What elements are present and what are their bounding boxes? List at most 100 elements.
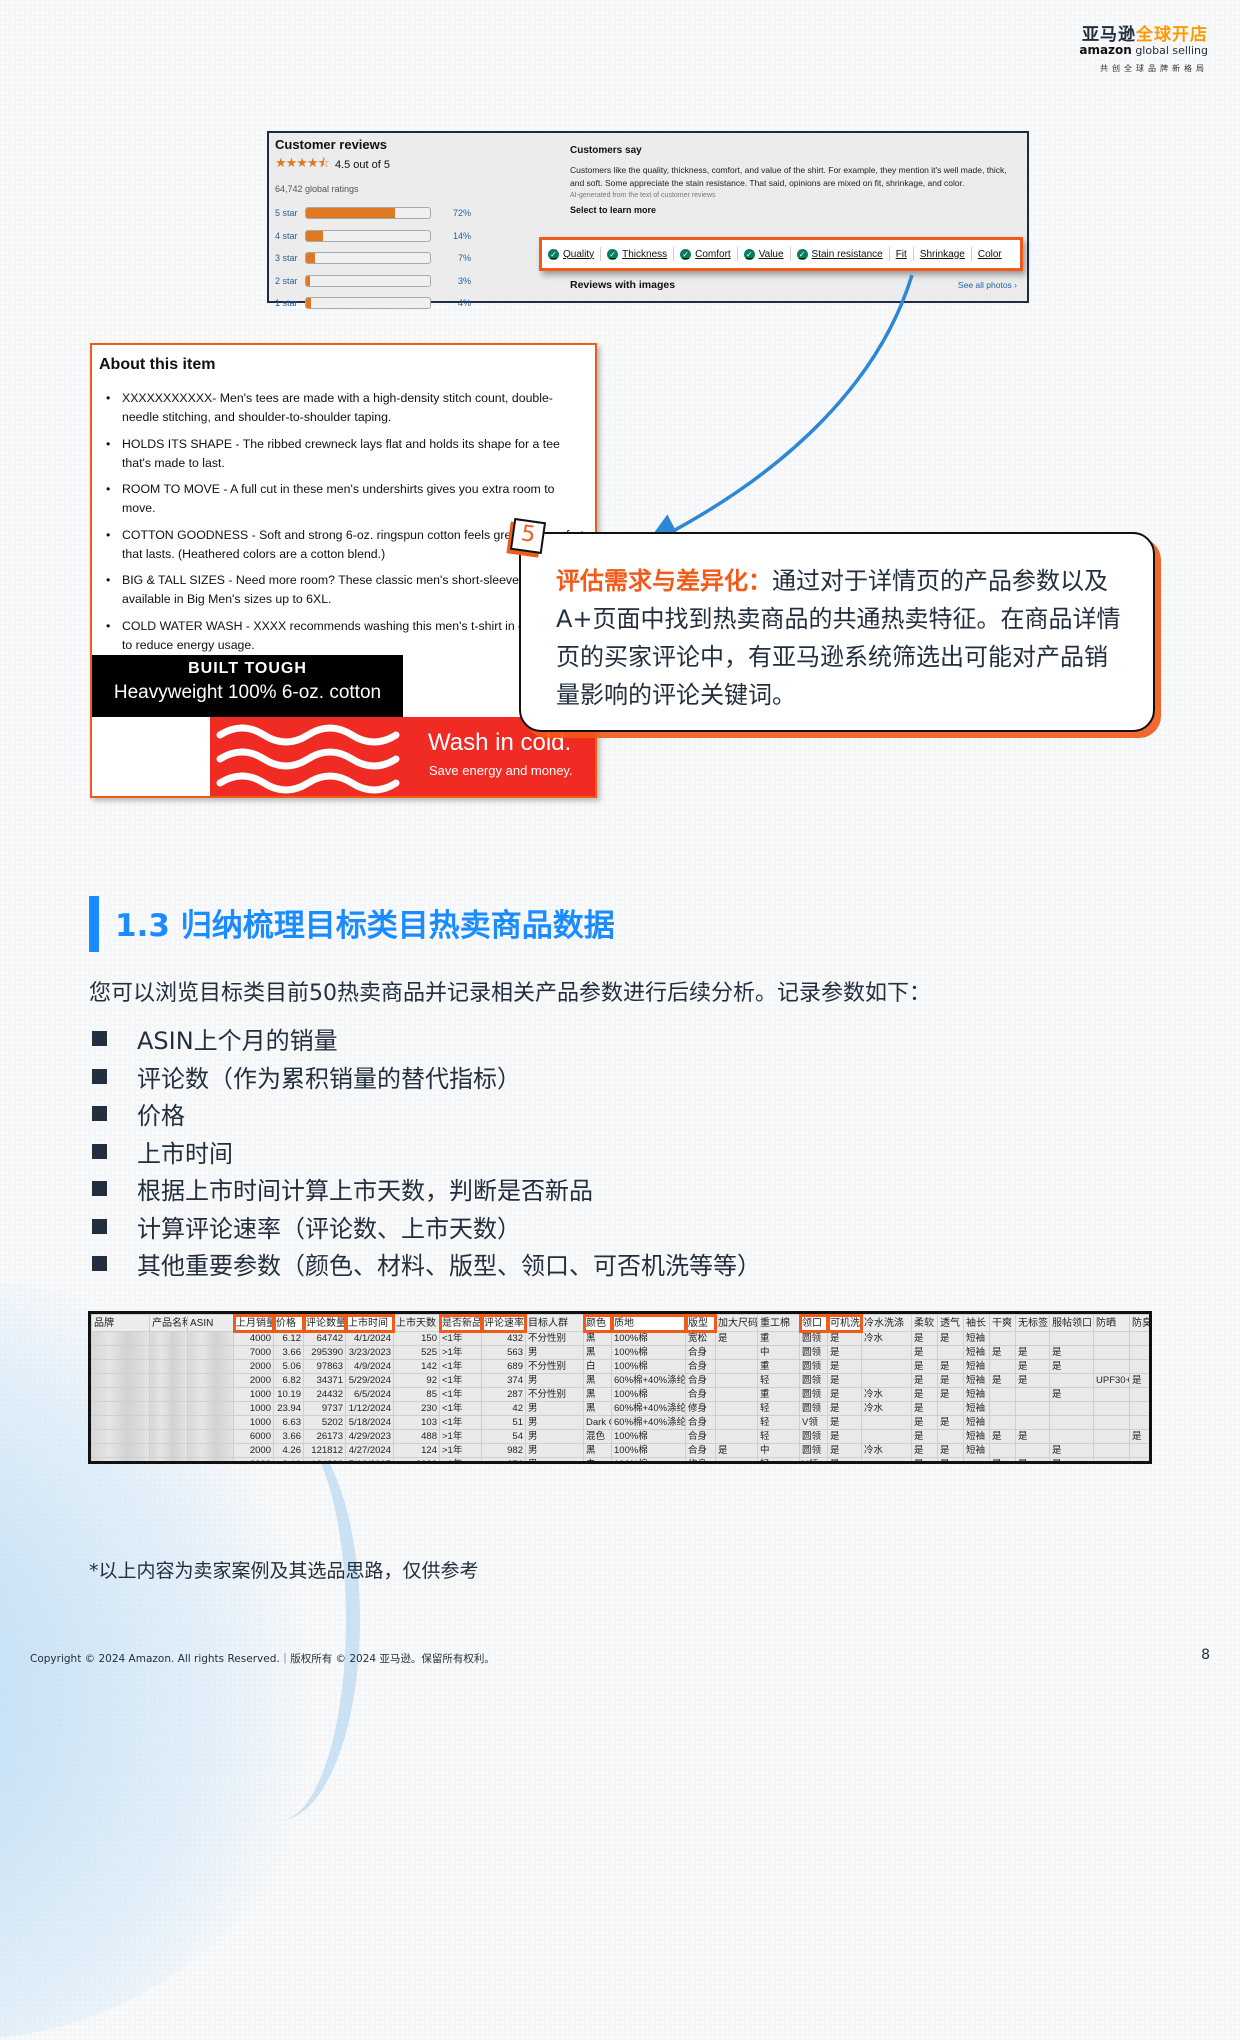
table-cell[interactable]: 是	[827, 1429, 862, 1444]
table-cell[interactable]	[1129, 1415, 1149, 1430]
table-cell[interactable]: 60%棉+40%涤纶	[611, 1401, 686, 1416]
histogram-label[interactable]: 3 star	[275, 253, 305, 263]
table-cell[interactable]: 混色	[583, 1429, 612, 1444]
rating-text[interactable]: 4.5 out of 5	[335, 159, 390, 171]
table-cell[interactable]: 是	[911, 1345, 938, 1360]
table-cell[interactable]: 圆领	[799, 1401, 828, 1416]
table-cell[interactable]	[1093, 1415, 1130, 1430]
table-cell[interactable]: 525	[393, 1345, 440, 1360]
table-cell[interactable]: <1年	[439, 1331, 482, 1346]
column-header[interactable]: 质地	[610, 1314, 687, 1333]
table-cell[interactable]: 7/16/2015	[345, 1457, 394, 1461]
table-cell[interactable]: 51	[481, 1415, 526, 1430]
table-cell[interactable]: 4.26	[273, 1443, 304, 1458]
column-header[interactable]: 加大尺码	[715, 1314, 758, 1332]
table-cell[interactable]: 男	[525, 1401, 584, 1416]
table-cell[interactable]: 3.16	[273, 1457, 304, 1461]
table-cell[interactable]: 男	[525, 1373, 584, 1388]
keyword-fit[interactable]: Fit	[896, 249, 907, 260]
table-cell[interactable]: <1年	[439, 1373, 482, 1388]
redacted-cell[interactable]	[187, 1345, 234, 1360]
table-cell[interactable]: 短袖	[963, 1345, 990, 1360]
table-cell[interactable]: 是	[911, 1373, 938, 1388]
table-cell[interactable]: 100%棉	[611, 1457, 686, 1461]
table-cell[interactable]: 121812	[303, 1443, 346, 1458]
redacted-cell[interactable]	[187, 1359, 234, 1374]
column-header[interactable]: 上市天数	[393, 1314, 440, 1332]
histogram-bar[interactable]	[305, 207, 431, 220]
column-header[interactable]: 上月销量	[232, 1314, 275, 1333]
table-cell[interactable]: 4/1/2024	[345, 1331, 394, 1346]
redacted-cell[interactable]	[187, 1331, 234, 1346]
table-cell[interactable]	[715, 1359, 758, 1374]
table-cell[interactable]: 轻	[757, 1415, 800, 1430]
table-cell[interactable]: 100%棉	[611, 1387, 686, 1402]
redacted-cell[interactable]	[149, 1401, 188, 1416]
table-cell[interactable]: 白	[583, 1457, 612, 1461]
table-cell[interactable]: 短袖	[963, 1429, 990, 1444]
table-cell[interactable]: 是	[715, 1331, 758, 1346]
table-cell[interactable]: 黑	[583, 1373, 612, 1388]
column-header[interactable]: 颜色	[582, 1314, 613, 1333]
column-header[interactable]: 产品名称	[149, 1314, 188, 1332]
histogram-row[interactable]: 4 star 14%	[275, 225, 535, 248]
table-cell[interactable]: 是	[827, 1331, 862, 1346]
table-cell[interactable]	[861, 1359, 912, 1374]
table-cell[interactable]: 是	[911, 1443, 938, 1458]
table-cell[interactable]: 是	[1049, 1345, 1094, 1360]
table-cell[interactable]	[1093, 1443, 1130, 1458]
histogram-bar[interactable]	[305, 297, 431, 310]
table-cell[interactable]	[1015, 1387, 1050, 1402]
table-cell[interactable]: 男	[525, 1457, 584, 1461]
table-cell[interactable]: 合身	[685, 1443, 716, 1458]
table-cell[interactable]	[715, 1345, 758, 1360]
table-cell[interactable]: Dark Grey	[583, 1415, 612, 1430]
table-cell[interactable]: 是	[1015, 1345, 1050, 1360]
table-cell[interactable]: 9737	[303, 1401, 346, 1416]
table-cell[interactable]: 97863	[303, 1359, 346, 1374]
table-cell[interactable]: 不分性别	[525, 1331, 584, 1346]
see-all-photos-link[interactable]: See all photos ›	[958, 280, 1017, 290]
table-cell[interactable]: 689	[481, 1359, 526, 1374]
column-header[interactable]: 可机洗	[826, 1314, 863, 1333]
histogram-percent[interactable]: 7%	[431, 253, 471, 263]
table-cell[interactable]: 是	[911, 1359, 938, 1374]
table-cell[interactable]: 54	[481, 1429, 526, 1444]
redacted-cell[interactable]	[149, 1415, 188, 1430]
table-cell[interactable]: 是	[827, 1443, 862, 1458]
histogram-percent[interactable]: 4%	[431, 298, 471, 308]
table-cell[interactable]: 是	[715, 1443, 758, 1458]
redacted-cell[interactable]	[149, 1331, 188, 1346]
table-cell[interactable]: 宽松	[685, 1331, 716, 1346]
table-cell[interactable]: 7000	[233, 1345, 274, 1360]
table-cell[interactable]: 374	[481, 1373, 526, 1388]
table-cell[interactable]: 是	[937, 1359, 964, 1374]
column-header[interactable]: 防晒	[1093, 1314, 1130, 1332]
table-cell[interactable]: 是	[937, 1415, 964, 1430]
redacted-cell[interactable]	[91, 1373, 150, 1388]
table-cell[interactable]: 中	[757, 1345, 800, 1360]
table-cell[interactable]: 是	[1049, 1359, 1094, 1374]
column-header[interactable]: ASIN	[187, 1314, 234, 1332]
histogram-row[interactable]: 2 star 3%	[275, 270, 535, 293]
redacted-cell[interactable]	[149, 1443, 188, 1458]
table-cell[interactable]: 是	[1015, 1429, 1050, 1444]
table-cell[interactable]	[989, 1401, 1016, 1416]
table-cell[interactable]: 圆领	[799, 1429, 828, 1444]
column-header[interactable]: 无标签	[1015, 1314, 1050, 1332]
column-header[interactable]: 版型	[684, 1314, 717, 1333]
column-header[interactable]: 目标人群	[525, 1314, 584, 1332]
redacted-cell[interactable]	[149, 1387, 188, 1402]
table-cell[interactable]: 是	[937, 1443, 964, 1458]
table-cell[interactable]	[989, 1331, 1016, 1346]
table-cell[interactable]: 轻	[757, 1457, 800, 1461]
table-cell[interactable]	[715, 1415, 758, 1430]
table-cell[interactable]	[937, 1345, 964, 1360]
histogram-percent[interactable]: 72%	[431, 208, 471, 218]
table-cell[interactable]: 是	[937, 1373, 964, 1388]
table-cell[interactable]: V领	[799, 1415, 828, 1430]
table-cell[interactable]: 100%棉	[611, 1359, 686, 1374]
table-cell[interactable]	[1093, 1457, 1130, 1461]
column-header[interactable]: 服帖领口	[1049, 1314, 1094, 1332]
table-cell[interactable]: 圆领	[799, 1345, 828, 1360]
